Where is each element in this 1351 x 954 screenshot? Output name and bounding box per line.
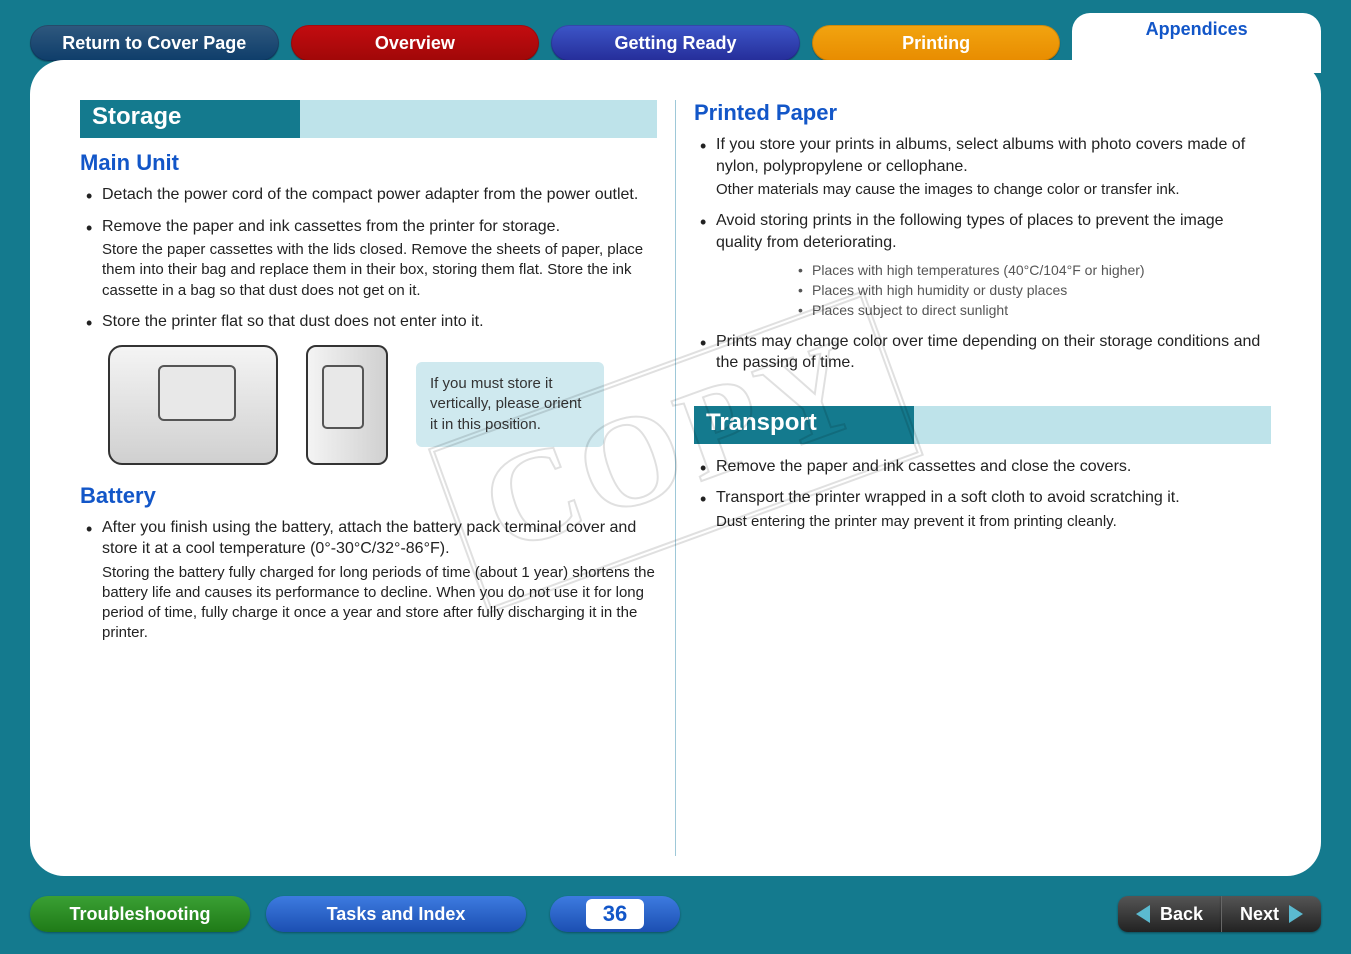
section-storage: Storage	[80, 100, 657, 138]
battery-list: After you finish using the battery, atta…	[80, 517, 657, 644]
tab-label: Printing	[902, 33, 970, 54]
tab-label: Return to Cover Page	[62, 33, 246, 54]
list-text: Remove the paper and ink cassettes from …	[102, 218, 560, 235]
content-panel: COPY Storage Main Unit Detach the power …	[30, 60, 1321, 876]
list-item: Remove the paper and ink cassettes and c…	[694, 456, 1271, 478]
list-item: Avoid storing prints in the following ty…	[694, 210, 1271, 320]
list-item: Store the printer flat so that dust does…	[80, 311, 657, 333]
section-bar-fill	[914, 406, 1271, 444]
list-text: Remove the paper and ink cassettes and c…	[716, 458, 1131, 475]
list-text: After you finish using the battery, atta…	[102, 519, 636, 558]
list-subtext: Storing the battery fully charged for lo…	[102, 563, 657, 644]
main-unit-list: Detach the power cord of the compact pow…	[80, 184, 657, 333]
tab-overview[interactable]: Overview	[291, 25, 540, 61]
button-label: Next	[1240, 904, 1279, 925]
list-text: If you store your prints in albums, sele…	[716, 136, 1245, 175]
triangle-right-icon	[1289, 905, 1303, 923]
transport-list: Remove the paper and ink cassettes and c…	[694, 456, 1271, 532]
button-label: Back	[1160, 904, 1203, 925]
section-title: Storage	[80, 100, 300, 138]
list-item: Detach the power cord of the compact pow…	[80, 184, 657, 206]
printer-vertical-icon	[306, 345, 388, 465]
tab-label: Appendices	[1146, 19, 1248, 40]
list-text: Detach the power cord of the compact pow…	[102, 186, 638, 203]
printer-figure-row: If you must store it vertically, please …	[108, 345, 657, 465]
button-label: Troubleshooting	[70, 904, 211, 925]
list-text: Avoid storing prints in the following ty…	[716, 212, 1224, 251]
list-item: Transport the printer wrapped in a soft …	[694, 487, 1271, 532]
list-item: Remove the paper and ink cassettes from …	[80, 216, 657, 301]
next-button[interactable]: Next	[1221, 896, 1321, 932]
list-item: If you store your prints in albums, sele…	[694, 134, 1271, 200]
list-item: After you finish using the battery, atta…	[80, 517, 657, 644]
troubleshooting-button[interactable]: Troubleshooting	[30, 896, 250, 932]
list-item: Prints may change color over time depend…	[694, 331, 1271, 374]
heading-battery: Battery	[80, 483, 657, 509]
section-bar-fill	[300, 100, 657, 138]
page-number-pill: 36	[550, 896, 680, 932]
left-column: Storage Main Unit Detach the power cord …	[80, 100, 675, 856]
top-nav: Return to Cover Page Overview Getting Re…	[30, 24, 1321, 62]
tab-return-cover[interactable]: Return to Cover Page	[30, 25, 279, 61]
tasks-index-button[interactable]: Tasks and Index	[266, 896, 526, 932]
tab-printing[interactable]: Printing	[812, 25, 1061, 61]
tab-label: Overview	[375, 33, 455, 54]
triangle-left-icon	[1136, 905, 1150, 923]
sub-list-item: Places with high temperatures (40°C/104°…	[796, 260, 1271, 280]
list-text: Prints may change color over time depend…	[716, 333, 1260, 372]
printer-horizontal-icon	[108, 345, 278, 465]
storage-callout: If you must store it vertically, please …	[416, 362, 604, 447]
list-text: Transport the printer wrapped in a soft …	[716, 489, 1180, 506]
sub-list: Places with high temperatures (40°C/104°…	[796, 260, 1271, 321]
list-subtext: Dust entering the printer may prevent it…	[716, 512, 1271, 532]
sub-list-item: Places with high humidity or dusty place…	[796, 280, 1271, 300]
page-number: 36	[586, 899, 644, 929]
back-button[interactable]: Back	[1118, 896, 1221, 932]
list-subtext: Other materials may cause the images to …	[716, 180, 1271, 200]
list-text: Store the printer flat so that dust does…	[102, 313, 484, 330]
tab-label: Getting Ready	[614, 33, 736, 54]
heading-printed-paper: Printed Paper	[694, 100, 1271, 126]
sub-list-item: Places subject to direct sunlight	[796, 300, 1271, 320]
section-title: Transport	[694, 406, 914, 444]
section-transport: Transport	[694, 406, 1271, 444]
button-label: Tasks and Index	[327, 904, 466, 925]
tab-getting-ready[interactable]: Getting Ready	[551, 25, 800, 61]
right-column: Printed Paper If you store your prints i…	[676, 100, 1271, 856]
bottom-nav: Troubleshooting Tasks and Index 36 Back …	[30, 894, 1321, 934]
heading-main-unit: Main Unit	[80, 150, 657, 176]
printed-paper-list: If you store your prints in albums, sele…	[694, 134, 1271, 374]
list-subtext: Store the paper cassettes with the lids …	[102, 240, 657, 301]
